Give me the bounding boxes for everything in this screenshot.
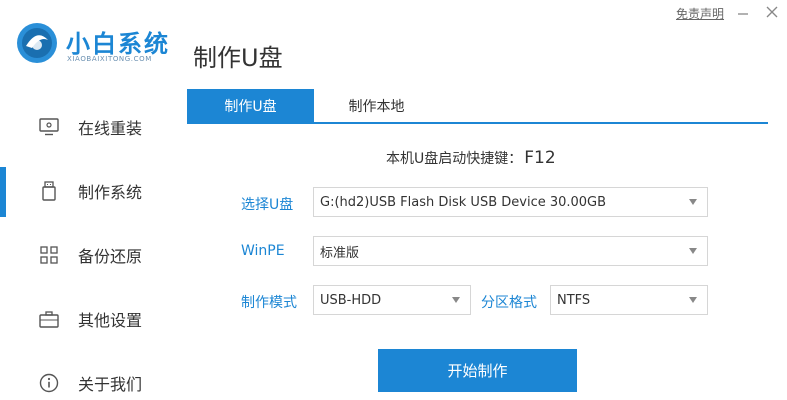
format-label: 分区格式: [481, 295, 537, 311]
sidebar-item-about-us[interactable]: 关于我们: [0, 351, 186, 400]
sidebar-nav: 在线重装 制作系统 备份还原 其他设置 关于我们: [0, 95, 186, 400]
hotkey-info: 本机U盘启动快捷键： F12: [386, 148, 556, 168]
sidebar: 小白系统 XIAOBAIXITONG.COM 在线重装 制作系统 备份还原 其他…: [0, 0, 186, 400]
close-icon: [766, 6, 778, 18]
sidebar-item-label: 其他设置: [78, 311, 143, 330]
monitor-icon: [38, 116, 60, 138]
app-title: 小白系统: [66, 30, 170, 58]
mode-select[interactable]: USB-HDD: [313, 285, 471, 315]
briefcase-icon: [38, 308, 60, 330]
info-icon: [38, 372, 60, 394]
close-button[interactable]: [764, 4, 780, 20]
usb-select[interactable]: G:(hd2)USB Flash Disk USB Device 30.00GB: [313, 187, 708, 217]
chevron-down-icon: [689, 297, 697, 303]
chevron-down-icon: [689, 199, 697, 205]
usb-select-value: G:(hd2)USB Flash Disk USB Device 30.00GB: [320, 194, 607, 210]
sidebar-item-online-reinstall[interactable]: 在线重装: [0, 95, 186, 159]
winpe-select-value: 标准版: [320, 245, 360, 261]
sidebar-item-label: 制作系统: [78, 183, 143, 202]
app-logo: 小白系统 XIAOBAIXITONG.COM: [16, 22, 186, 72]
chevron-down-icon: [689, 248, 697, 254]
page-title: 制作U盘: [193, 44, 283, 72]
disclaimer-link[interactable]: 免责声明: [676, 5, 724, 22]
start-make-button[interactable]: 开始制作: [378, 349, 577, 392]
format-select[interactable]: NTFS: [550, 285, 708, 315]
usb-select-label: 选择U盘: [241, 197, 294, 213]
logo-icon: [17, 23, 57, 63]
mode-label: 制作模式: [241, 295, 297, 311]
winpe-select[interactable]: 标准版: [313, 236, 708, 266]
mode-select-value: USB-HDD: [320, 292, 382, 308]
hotkey-value: F12: [524, 148, 556, 168]
sidebar-item-make-system[interactable]: 制作系统: [0, 159, 186, 223]
sidebar-item-backup-restore[interactable]: 备份还原: [0, 223, 186, 287]
sidebar-item-label: 关于我们: [78, 375, 143, 394]
sidebar-item-other-settings[interactable]: 其他设置: [0, 287, 186, 351]
hotkey-label: 本机U盘启动快捷键：: [386, 151, 523, 167]
tab-make-local[interactable]: 制作本地: [314, 89, 439, 122]
format-select-value: NTFS: [557, 292, 591, 308]
minimize-icon: [738, 13, 748, 15]
sidebar-item-label: 备份还原: [78, 247, 143, 266]
sidebar-item-label: 在线重装: [78, 119, 143, 138]
usb-drive-icon: [38, 180, 60, 202]
tab-make-usb[interactable]: 制作U盘: [187, 89, 314, 122]
chevron-down-icon: [452, 297, 460, 303]
tab-bar: 制作U盘 制作本地: [187, 89, 768, 124]
grid-icon: [38, 244, 60, 266]
minimize-button[interactable]: [735, 4, 751, 20]
winpe-label: WinPE: [241, 243, 285, 259]
app-subtitle: XIAOBAIXITONG.COM: [67, 55, 152, 63]
